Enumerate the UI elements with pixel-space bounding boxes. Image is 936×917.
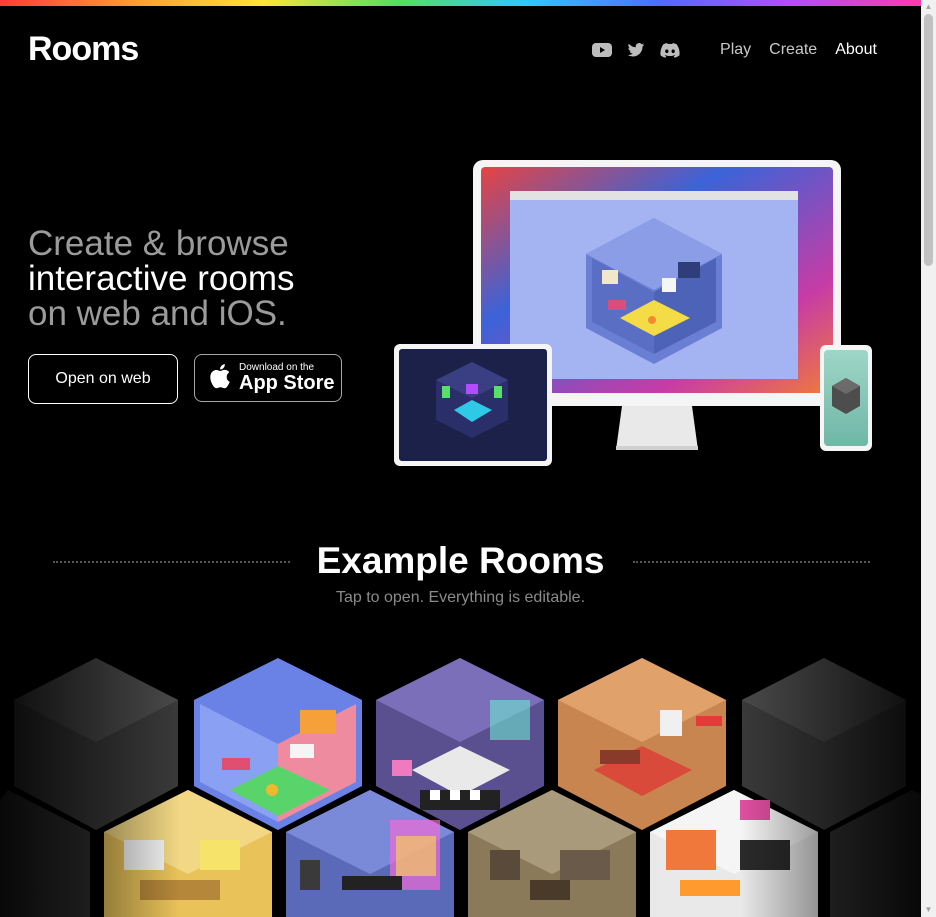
twitter-icon[interactable] bbox=[626, 40, 646, 60]
scroll-thumb[interactable] bbox=[924, 14, 933, 266]
nav-about[interactable]: About bbox=[835, 41, 877, 59]
top-nav: Play Create About bbox=[592, 40, 877, 60]
nav-create[interactable]: Create bbox=[769, 41, 817, 59]
hero-line-2: interactive rooms bbox=[28, 259, 295, 298]
hero-line-3: on web and iOS. bbox=[28, 294, 287, 333]
youtube-icon[interactable] bbox=[592, 40, 613, 60]
rainbow-top-bar bbox=[0, 0, 921, 6]
hero-heading: Create & browse interactive rooms on web… bbox=[28, 226, 294, 331]
room-tile-kitchen[interactable] bbox=[558, 658, 726, 830]
discord-icon[interactable] bbox=[660, 40, 680, 60]
apple-icon bbox=[207, 362, 231, 395]
appstore-big-text: App Store bbox=[239, 372, 335, 394]
section-subtitle: Tap to open. Everything is editable. bbox=[335, 589, 586, 606]
scroll-up-arrow[interactable]: ▲ bbox=[921, 0, 936, 14]
example-rooms-gallery bbox=[0, 640, 921, 917]
page-scrollbar[interactable]: ▲ ▼ bbox=[921, 0, 936, 917]
room-tile-diner[interactable] bbox=[376, 658, 544, 830]
scroll-down-arrow[interactable]: ▼ bbox=[921, 903, 936, 917]
brand-logo[interactable]: Rooms bbox=[28, 30, 139, 69]
device-mockups-image bbox=[394, 160, 872, 466]
app-store-button[interactable]: Download on the App Store bbox=[194, 354, 342, 402]
nav-play[interactable]: Play bbox=[720, 41, 751, 59]
room-tile-bedroom[interactable] bbox=[194, 658, 362, 830]
hero-line-1: Create & browse bbox=[28, 224, 289, 263]
divider-right bbox=[633, 561, 870, 563]
open-on-web-button[interactable]: Open on web bbox=[28, 354, 178, 404]
